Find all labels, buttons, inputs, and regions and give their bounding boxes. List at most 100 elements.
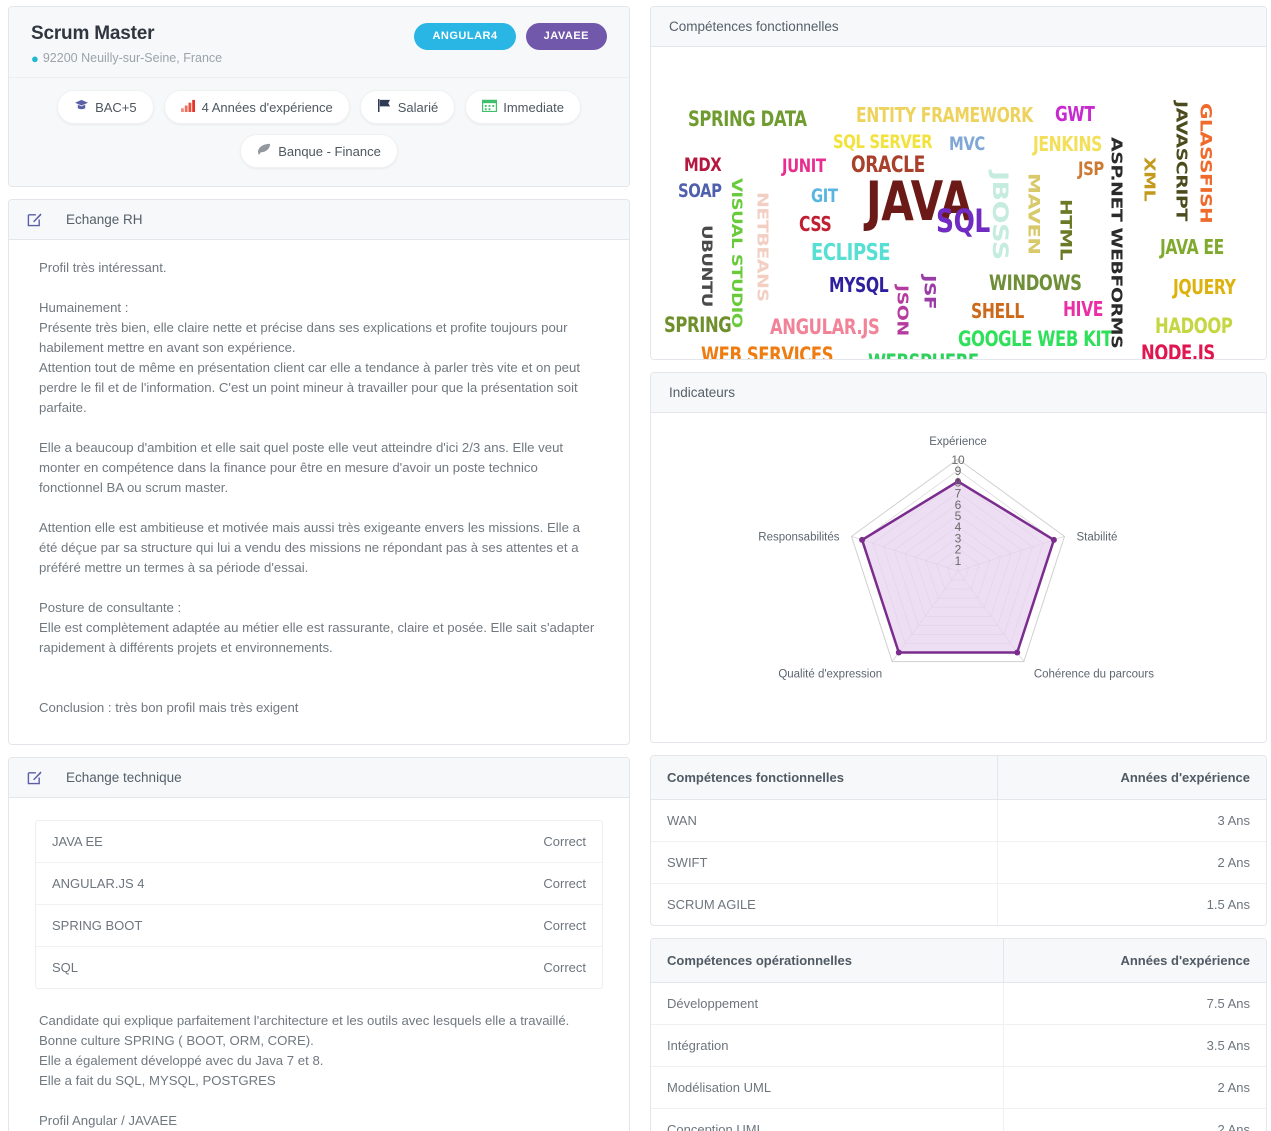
table-row[interactable]: Conception UML 2 Ans bbox=[651, 1108, 1266, 1131]
radar-data-point[interactable] bbox=[1014, 649, 1021, 656]
cloud-word[interactable]: SHELL bbox=[971, 301, 1024, 321]
edit-square-icon[interactable] bbox=[27, 770, 42, 785]
cloud-word[interactable]: GIT bbox=[811, 187, 838, 206]
cloud-word[interactable]: ANGULAR.JS bbox=[770, 317, 880, 338]
cell-years: 2 Ans bbox=[1002, 1066, 1266, 1109]
cloud-word[interactable]: UBUNTU bbox=[698, 225, 714, 307]
calendar-icon bbox=[482, 99, 498, 115]
profile-card: Scrum Master ● 92200 Neuilly-sur-Seine, … bbox=[8, 6, 630, 187]
echange-technique-note: Candidate qui explique parfaitement l'ar… bbox=[39, 1013, 570, 1128]
cloud-word[interactable]: MAVEN bbox=[1025, 173, 1044, 254]
cloud-word[interactable]: HADOOP bbox=[1155, 316, 1233, 337]
profile-badges: ANGULAR4 JAVAEE bbox=[414, 23, 607, 50]
chip-education[interactable]: BAC+5 bbox=[57, 90, 154, 124]
cloud-word[interactable]: JSON bbox=[893, 285, 910, 336]
edit-square-icon[interactable] bbox=[27, 212, 42, 227]
column-header-years: Années d'expérience bbox=[1002, 939, 1266, 983]
cloud-word[interactable]: CSS bbox=[799, 214, 832, 234]
table-row[interactable]: SCRUM AGILE 1.5 Ans bbox=[651, 883, 1266, 925]
cloud-word[interactable]: GOOGLE WEB KIT bbox=[958, 329, 1112, 350]
cell-skill: Intégration bbox=[651, 1024, 1004, 1067]
cloud-word[interactable]: GWT bbox=[1055, 104, 1095, 124]
table-header-row: Compétences opérationnelles Années d'exp… bbox=[651, 939, 1266, 983]
cloud-word[interactable]: HTML bbox=[1057, 199, 1076, 260]
table-row[interactable]: WAN 3 Ans bbox=[651, 799, 1266, 842]
cell-skill: SCRUM AGILE bbox=[667, 897, 756, 912]
cloud-word[interactable]: ASP.NET WEBFORMS bbox=[1107, 137, 1124, 348]
cloud-word[interactable]: ENTITY FRAMEWORK bbox=[856, 105, 1033, 125]
cloud-word[interactable]: SOAP bbox=[678, 182, 722, 201]
echange-technique-title: Echange technique bbox=[66, 770, 182, 785]
competences-cloud-card: Compétences fonctionnelles SPRING DATA EN… bbox=[650, 6, 1267, 360]
cell-years: 2 Ans bbox=[1002, 1108, 1266, 1131]
profile-attributes: BAC+5 4 Années d'expérience Salarié Imme… bbox=[9, 78, 629, 186]
chip-availability[interactable]: Immediate bbox=[465, 90, 581, 124]
cloud-word[interactable]: SPRING bbox=[664, 315, 732, 336]
cloud-word[interactable]: HIVE bbox=[1063, 299, 1103, 319]
radar-data-point[interactable] bbox=[895, 649, 902, 656]
cloud-word[interactable]: JAVA EE bbox=[1160, 237, 1224, 257]
cell-years: 2 Ans bbox=[997, 841, 1266, 884]
table-row[interactable]: Développement 7.5 Ans bbox=[651, 982, 1266, 1025]
echange-technique-header: Echange technique bbox=[9, 758, 629, 798]
cloud-word[interactable]: VISUAL STUDIO bbox=[728, 178, 744, 328]
table-row[interactable]: SWIFT 2 Ans bbox=[651, 841, 1266, 884]
chip-sector[interactable]: Banque - Finance bbox=[240, 134, 398, 168]
cell-skill: Conception UML bbox=[667, 1122, 764, 1131]
cloud-word[interactable]: WEB SERVICES bbox=[701, 345, 834, 360]
cloud-word[interactable]: JSP bbox=[1078, 160, 1104, 179]
cloud-word[interactable]: MYSQL bbox=[829, 275, 889, 295]
cloud-word[interactable]: JSF bbox=[921, 275, 940, 309]
cloud-word[interactable]: XML bbox=[1140, 157, 1157, 201]
table-header-row: Compétences fonctionnelles Années d'expé… bbox=[651, 756, 1266, 800]
radar-category-label: Expérience bbox=[929, 436, 987, 448]
table-row[interactable]: Intégration 3.5 Ans bbox=[651, 1024, 1266, 1067]
indicateurs-header: Indicateurs bbox=[651, 373, 1266, 413]
cloud-word[interactable]: WINDOWS bbox=[989, 273, 1082, 294]
cloud-word[interactable]: GLASSFISH bbox=[1197, 103, 1216, 223]
cell-years: 7.5 Ans bbox=[1002, 982, 1266, 1025]
profile-location: ● 92200 Neuilly-sur-Seine, France bbox=[31, 51, 607, 65]
cloud-word[interactable]: WEBSPHERE bbox=[868, 352, 979, 360]
cloud-word[interactable]: SPRING DATA bbox=[688, 109, 807, 130]
skill-result: Correct bbox=[543, 960, 586, 975]
list-item[interactable]: SQL Correct bbox=[36, 947, 602, 988]
cloud-word[interactable]: JBOSS bbox=[987, 171, 1011, 260]
cloud-word[interactable]: JQUERY bbox=[1173, 277, 1236, 297]
competences-fonctionnelles-table: Compétences fonctionnelles Années d'expé… bbox=[651, 756, 1266, 925]
cloud-word[interactable]: JAVASCRIPT bbox=[1172, 101, 1189, 221]
cloud-word[interactable]: JUNIT bbox=[782, 157, 826, 176]
cloud-word[interactable]: MVC bbox=[949, 135, 985, 154]
table-row[interactable]: Modélisation UML 2 Ans bbox=[651, 1066, 1266, 1109]
skill-name: ANGULAR.JS 4 bbox=[52, 876, 145, 891]
radar-chart-body: 1 2 3 4 5 6 7 8 9 10 Expérience Stabilité Cohérence … bbox=[651, 413, 1266, 742]
radar-data-point[interactable] bbox=[859, 536, 866, 543]
competences-operationnelles-table: Compétences opérationnelles Années d'exp… bbox=[651, 939, 1266, 1131]
left-column: Scrum Master ● 92200 Neuilly-sur-Seine, … bbox=[8, 6, 630, 1131]
cell-years: 3 Ans bbox=[997, 799, 1266, 842]
cloud-word[interactable]: NODE.JS bbox=[1141, 343, 1215, 360]
cloud-word[interactable]: SQL bbox=[936, 205, 990, 237]
chip-contract[interactable]: Salarié bbox=[359, 90, 456, 124]
radar-data-point[interactable] bbox=[1050, 536, 1057, 543]
chip-experience[interactable]: 4 Années d'expérience bbox=[163, 90, 350, 124]
list-item[interactable]: SPRING BOOT Correct bbox=[36, 905, 602, 947]
cloud-word[interactable]: MDX bbox=[684, 156, 722, 175]
cloud-word[interactable]: JENKINS bbox=[1033, 134, 1102, 154]
cloud-word[interactable]: ECLIPSE bbox=[811, 242, 891, 265]
list-item[interactable]: JAVA EE Correct bbox=[36, 821, 602, 863]
radar-chart: 12345678910ExpérienceStabilitéCohérence … bbox=[758, 436, 1154, 681]
bar-chart-icon bbox=[180, 99, 196, 115]
competences-cloud-header: Compétences fonctionnelles bbox=[651, 7, 1266, 47]
list-item[interactable]: ANGULAR.JS 4 Correct bbox=[36, 863, 602, 905]
table-competences-fonctionnelles: Compétences fonctionnelles Années d'expé… bbox=[650, 755, 1267, 926]
echange-rh-header: Echange RH bbox=[9, 200, 629, 240]
chip-education-label: BAC+5 bbox=[95, 99, 137, 115]
map-pin-icon: ● bbox=[31, 50, 39, 66]
cloud-word[interactable]: NETBEANS bbox=[753, 192, 770, 302]
status-badge-angular4[interactable]: ANGULAR4 bbox=[414, 23, 516, 50]
cloud-word[interactable]: SQL SERVER bbox=[833, 133, 933, 152]
cell-skill: Modélisation UML bbox=[651, 1066, 1004, 1109]
competences-cloud-title: Compétences fonctionnelles bbox=[669, 19, 839, 34]
status-badge-javaee[interactable]: JAVAEE bbox=[525, 23, 607, 50]
